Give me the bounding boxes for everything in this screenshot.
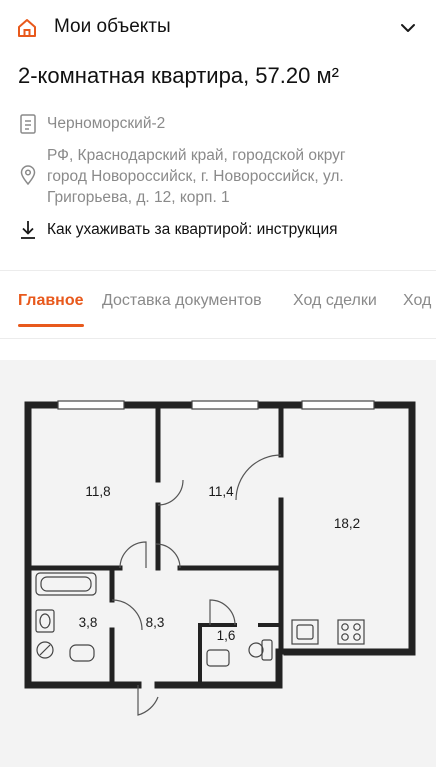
- bathtub: [35, 572, 97, 596]
- tab-bar: Главное Доставка документов Ход сделки Х…: [0, 288, 436, 338]
- floor-plan-drawing: 11,8 11,4 18,2 3,8 8,3 1,6: [24, 400, 416, 716]
- home-icon[interactable]: [16, 17, 38, 39]
- window: [57, 400, 125, 410]
- address-line: РФ, Краснодарский край, городской округ: [47, 147, 346, 164]
- room-area-bedroom-1: 11,8: [85, 484, 110, 499]
- page-title: Мои объекты: [54, 16, 171, 37]
- door: [209, 599, 236, 626]
- outer-wall: [154, 648, 283, 689]
- divider: [0, 270, 436, 271]
- project-name: Черноморский-2: [47, 115, 166, 132]
- address-row: РФ, Краснодарский край, городской округ …: [18, 145, 346, 208]
- active-tab-indicator: [18, 324, 84, 327]
- project-row: Черноморский-2: [18, 113, 165, 135]
- tab-main[interactable]: Главное: [18, 292, 84, 310]
- top-bar: Мои объекты: [0, 0, 436, 56]
- instruction-link-label: Как ухаживать за квартирой: инструкция: [47, 221, 338, 238]
- entrance-door: [137, 685, 159, 716]
- kitchen-sink: [291, 619, 319, 645]
- room-area-bathroom: 3,8: [79, 615, 98, 630]
- outer-wall: [24, 401, 142, 689]
- floor-plan[interactable]: 11,8 11,4 18,2 3,8 8,3 1,6: [0, 360, 436, 767]
- door: [235, 454, 282, 501]
- chevron-down-icon[interactable]: [398, 18, 418, 38]
- tab-bar-divider: [0, 338, 436, 339]
- door: [157, 479, 184, 506]
- address: РФ, Краснодарский край, городской округ …: [47, 145, 346, 208]
- sink: [35, 609, 55, 633]
- window: [191, 400, 259, 410]
- room-area-hallway: 8,3: [146, 615, 165, 630]
- door: [111, 599, 143, 631]
- room-area-toilet: 1,6: [217, 628, 236, 643]
- wc-bowl: [248, 642, 264, 658]
- instruction-link[interactable]: Как ухаживать за квартирой: инструкция: [18, 219, 338, 241]
- download-icon: [21, 221, 35, 239]
- tab-progress-cut[interactable]: Ход: [403, 292, 431, 310]
- tab-document-delivery[interactable]: Доставка документов: [102, 292, 262, 310]
- address-line: Григорьева, д. 12, корп. 1: [47, 189, 230, 206]
- address-line: город Новороссийск, г. Новороссийск, ул.: [47, 168, 344, 185]
- document-icon: [20, 114, 36, 134]
- tab-deal-progress[interactable]: Ход сделки: [293, 292, 377, 310]
- door: [119, 541, 147, 569]
- window: [301, 400, 375, 410]
- stove: [337, 619, 365, 645]
- bathroom-toilet: [69, 644, 95, 662]
- listing-title: 2-комнатная квартира, 57.20 м²: [18, 63, 339, 88]
- room-area-kitchen-living: 18,2: [334, 516, 360, 531]
- room-area-bedroom-2: 11,4: [208, 484, 234, 499]
- location-pin-icon: [20, 165, 36, 186]
- wc-sink: [206, 649, 230, 667]
